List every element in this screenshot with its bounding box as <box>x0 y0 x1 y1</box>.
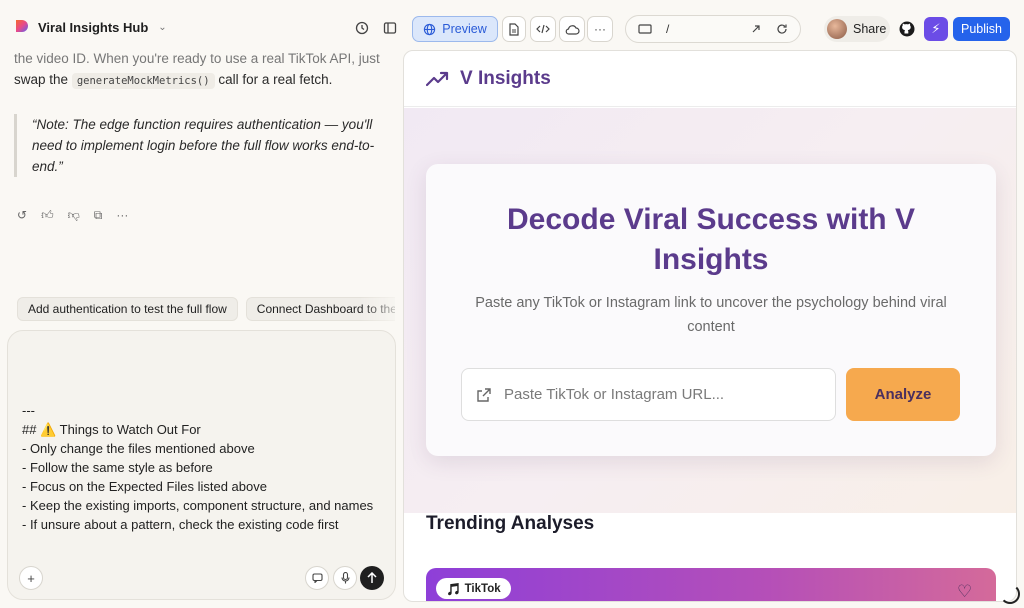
thumbs-down-icon[interactable]: 👎︎ <box>68 208 80 223</box>
chat-composer[interactable]: --- ## ⚠️ Things to Watch Out For - Only… <box>7 330 396 600</box>
arrow-up-icon <box>367 572 377 583</box>
app-logo-icon <box>16 20 28 32</box>
more-options-icon[interactable]: ··· <box>587 16 613 42</box>
app-header: V Insights <box>404 51 1016 107</box>
avatar <box>827 19 847 39</box>
bolt-icon[interactable]: ⚡ <box>924 17 948 41</box>
code-icon[interactable] <box>530 16 556 42</box>
message-line: swap the generateMockMetrics() call for … <box>14 69 386 92</box>
hero-card: Decode Viral Success with V Insights Pas… <box>426 164 996 456</box>
url-input[interactable] <box>504 386 804 403</box>
globe-icon <box>424 23 436 35</box>
trending-up-icon <box>426 71 449 86</box>
platform-badge: 🎵︎ TikTok <box>436 578 511 599</box>
add-attachment-icon[interactable]: + <box>19 566 43 590</box>
message-line: the video ID. When you're ready to use a… <box>14 51 380 66</box>
device-desktop-icon[interactable] <box>638 23 652 35</box>
music-note-icon: 🎵︎ <box>446 583 461 596</box>
note-blockquote: “Note: The edge function requires authen… <box>14 114 386 177</box>
chat-mode-icon[interactable] <box>305 566 329 590</box>
suggestion-chip[interactable]: Connect Dashboard to the <box>245 297 395 321</box>
assistant-message: the video ID. When you're ready to use a… <box>14 48 386 92</box>
url-path-input[interactable]: / <box>666 22 750 36</box>
inline-code: generateMockMetrics() <box>71 73 215 89</box>
app-preview: V Insights Decode Viral Success with V I… <box>403 50 1017 602</box>
share-label: Share <box>853 22 887 36</box>
message-text: call for a real fetch. <box>218 72 333 87</box>
hero-subtitle: Paste any TikTok or Instagram link to un… <box>475 295 947 335</box>
external-link-icon <box>477 387 491 402</box>
suggestion-chips: Add authentication to test the full flow… <box>17 297 395 321</box>
chevron-down-icon: ⌄ <box>158 21 167 33</box>
url-input-field[interactable] <box>461 368 836 421</box>
heart-icon[interactable]: ♡ <box>957 582 972 601</box>
send-button[interactable] <box>360 566 384 590</box>
preview-button[interactable]: Preview <box>412 16 498 42</box>
refresh-icon[interactable] <box>776 23 788 35</box>
thumbs-up-icon[interactable]: 👍︎ <box>41 208 54 223</box>
preview-url-bar: / <box>625 15 801 43</box>
history-icon[interactable] <box>351 17 373 39</box>
trending-section-title: Trending Analyses <box>426 513 595 534</box>
microphone-icon[interactable] <box>333 566 357 590</box>
trending-card[interactable]: 🎵︎ TikTok ♡ <box>426 568 996 601</box>
composer-input[interactable]: --- ## ⚠️ Things to Watch Out For - Only… <box>22 401 382 534</box>
suggestion-chip[interactable]: Add authentication to test the full flow <box>17 297 238 321</box>
file-icon[interactable] <box>502 16 526 42</box>
copy-icon[interactable]: ⧉ <box>94 208 103 223</box>
more-icon[interactable]: ··· <box>116 208 128 223</box>
project-switcher[interactable]: Viral Insights Hub ⌄ <box>14 18 167 36</box>
undo-icon[interactable]: ↺ <box>17 208 27 223</box>
loading-spinner-icon <box>1000 584 1020 604</box>
sidebar-toggle-icon[interactable] <box>379 17 401 39</box>
project-name: Viral Insights Hub <box>38 19 149 35</box>
analyze-button[interactable]: Analyze <box>846 368 960 421</box>
hero-title: Decode Viral Success with V Insights <box>507 203 915 276</box>
message-actions: ↺ 👍︎ 👎︎ ⧉ ··· <box>17 208 128 223</box>
preview-label: Preview <box>442 22 487 36</box>
cloud-icon[interactable] <box>559 16 585 42</box>
publish-button[interactable]: Publish <box>953 17 1010 41</box>
app-name[interactable]: V Insights <box>460 68 551 90</box>
message-text: swap the <box>14 72 69 87</box>
github-icon[interactable] <box>896 18 918 40</box>
open-external-icon[interactable] <box>750 23 762 35</box>
platform-label: TikTok <box>464 582 501 595</box>
share-button[interactable]: Share <box>824 16 890 42</box>
